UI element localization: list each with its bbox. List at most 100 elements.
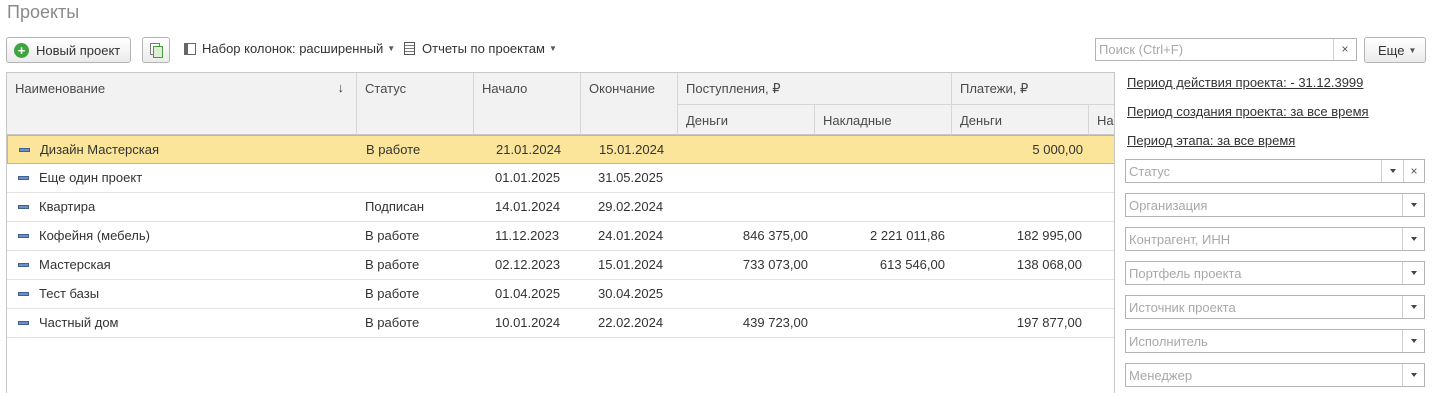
source-filter-placeholder: Источник проекта [1129, 299, 1236, 315]
portfolio-filter-placeholder: Портфель проекта [1129, 265, 1242, 281]
cell-income-invoices [815, 193, 945, 221]
manager-filter[interactable]: Менеджер [1125, 363, 1425, 387]
column-set-label: Набор колонок: расширенный [202, 41, 384, 56]
col-header-name[interactable]: Наименование ↓ [7, 73, 357, 135]
dropdown-arrow-icon[interactable] [1381, 160, 1403, 182]
table-row[interactable]: Кофейня (мебель) В работе 11.12.2023 24.… [7, 222, 1114, 251]
cell-income-money [678, 164, 808, 192]
clear-icon[interactable]: × [1403, 160, 1424, 182]
col-header-income-invoices[interactable]: Накладные [815, 104, 952, 135]
cell-income-invoices: 2 221 011,86 [870, 228, 945, 243]
cell-end: 30.04.2025 [598, 286, 664, 301]
cell-payments-money [952, 164, 1082, 192]
cell-start: 01.04.2025 [495, 286, 561, 301]
projects-table[interactable]: Наименование ↓ Статус Начало Окончание П… [6, 72, 1115, 393]
cell-payments-money: 5 000,00 [1032, 142, 1083, 157]
report-icon [404, 42, 415, 55]
cell-income-money [678, 280, 808, 308]
cell-end: 29.02.2024 [598, 199, 664, 214]
dropdown-arrow-icon[interactable] [1402, 364, 1424, 386]
project-icon [18, 234, 29, 238]
cell-start: 01.01.2025 [495, 170, 561, 185]
cell-end: 22.02.2024 [598, 315, 664, 330]
dropdown-arrow-icon[interactable] [1402, 330, 1424, 352]
table-row[interactable]: Еще один проект 01.01.2025 31.05.2025 [7, 164, 1114, 193]
col-header-income[interactable]: Поступления, ₽ [678, 73, 952, 104]
cell-start: 21.01.2024 [496, 142, 562, 157]
cell-name: Частный дом [39, 315, 119, 330]
col-header-payments-money[interactable]: Деньги [952, 104, 1089, 135]
dropdown-arrow-icon[interactable] [1402, 194, 1424, 216]
cell-start: 11.12.2023 [495, 228, 560, 243]
table-row[interactable]: Квартира Подписан 14.01.2024 29.02.2024 [7, 193, 1114, 222]
cell-income-money: 846 375,00 [742, 228, 808, 243]
cell-name: Еще один проект [39, 170, 143, 185]
status-filter[interactable]: Статус × [1125, 159, 1425, 183]
cell-name: Кофейня (мебель) [39, 228, 150, 243]
organization-filter[interactable]: Организация [1125, 193, 1425, 217]
caret-down-icon: ▼ [548, 44, 557, 53]
table-row[interactable]: Дизайн Мастерская В работе 21.01.2024 15… [7, 135, 1114, 164]
cell-name: Тест базы [39, 286, 100, 301]
source-filter[interactable]: Источник проекта [1125, 295, 1425, 319]
cell-start: 02.12.2023 [495, 257, 561, 272]
cell-income-invoices [815, 164, 945, 192]
project-icon [18, 263, 29, 267]
cell-payments-money: 138 068,00 [1016, 257, 1082, 272]
project-icon [18, 176, 29, 180]
organization-filter-placeholder: Организация [1129, 197, 1208, 213]
cell-start: 10.01.2024 [495, 315, 561, 330]
search-clear-icon[interactable]: × [1333, 39, 1356, 60]
executor-filter[interactable]: Исполнитель [1125, 329, 1425, 353]
manager-filter-placeholder: Менеджер [1129, 367, 1193, 383]
cell-start: 14.01.2024 [495, 199, 561, 214]
period-stage-link[interactable]: Период этапа: за все время [1127, 133, 1295, 148]
period-project-link[interactable]: Период действия проекта: - 31.12.3999 [1127, 75, 1363, 90]
executor-filter-placeholder: Исполнитель [1129, 333, 1208, 349]
more-button[interactable]: Еще ▼ [1364, 37, 1426, 63]
cell-payments-money: 197 877,00 [1016, 315, 1082, 330]
project-icon [19, 148, 30, 152]
col-header-status[interactable]: Статус [357, 73, 474, 135]
portfolio-filter[interactable]: Портфель проекта [1125, 261, 1425, 285]
period-created-link[interactable]: Период создания проекта: за все время [1127, 104, 1369, 119]
page-title: Проекты [7, 2, 80, 22]
table-row[interactable]: Тест базы В работе 01.04.2025 30.04.2025 [7, 280, 1114, 309]
col-header-payments-invoices[interactable]: На [1089, 104, 1114, 135]
cell-status: В работе [365, 315, 420, 330]
counterparty-filter[interactable]: Контрагент, ИНН [1125, 227, 1425, 251]
sort-down-icon[interactable]: ↓ [338, 80, 345, 95]
reports-label: Отчеты по проектам [422, 41, 545, 56]
search-input[interactable] [1096, 39, 1333, 60]
project-icon [18, 321, 29, 325]
table-body: Дизайн Мастерская В работе 21.01.2024 15… [7, 135, 1114, 338]
cell-payments-money [952, 193, 1082, 221]
cell-income-money: 439 723,00 [742, 315, 808, 330]
columns-icon [184, 42, 196, 55]
cell-status: В работе [365, 257, 420, 272]
project-icon [18, 205, 29, 209]
column-set-menu[interactable]: Набор колонок: расширенный ▼ [184, 41, 395, 56]
new-project-button[interactable]: + Новый проект [6, 37, 131, 63]
table-row[interactable]: Частный дом В работе 10.01.2024 22.02.20… [7, 309, 1114, 338]
cell-payments-money [952, 280, 1082, 308]
col-header-payments[interactable]: Платежи, ₽ [952, 73, 1114, 104]
cell-status: В работе [365, 228, 420, 243]
dropdown-arrow-icon[interactable] [1402, 228, 1424, 250]
copy-icon [149, 42, 163, 58]
col-header-end[interactable]: Окончание [581, 73, 678, 135]
col-header-start[interactable]: Начало [474, 73, 581, 135]
dropdown-arrow-icon[interactable] [1402, 296, 1424, 318]
cell-end: 31.05.2025 [598, 170, 664, 185]
col-header-name-label: Наименование [15, 81, 106, 96]
table-row[interactable]: Мастерская В работе 02.12.2023 15.01.202… [7, 251, 1114, 280]
cell-income-money [678, 193, 808, 221]
cell-end: 15.01.2024 [598, 257, 664, 272]
cell-name: Мастерская [39, 257, 111, 272]
cell-status: Подписан [365, 199, 425, 214]
reports-menu[interactable]: Отчеты по проектам ▼ [404, 41, 557, 56]
copy-button[interactable] [142, 37, 170, 63]
col-header-income-money[interactable]: Деньги [678, 104, 815, 135]
cell-status: В работе [366, 142, 421, 157]
dropdown-arrow-icon[interactable] [1402, 262, 1424, 284]
